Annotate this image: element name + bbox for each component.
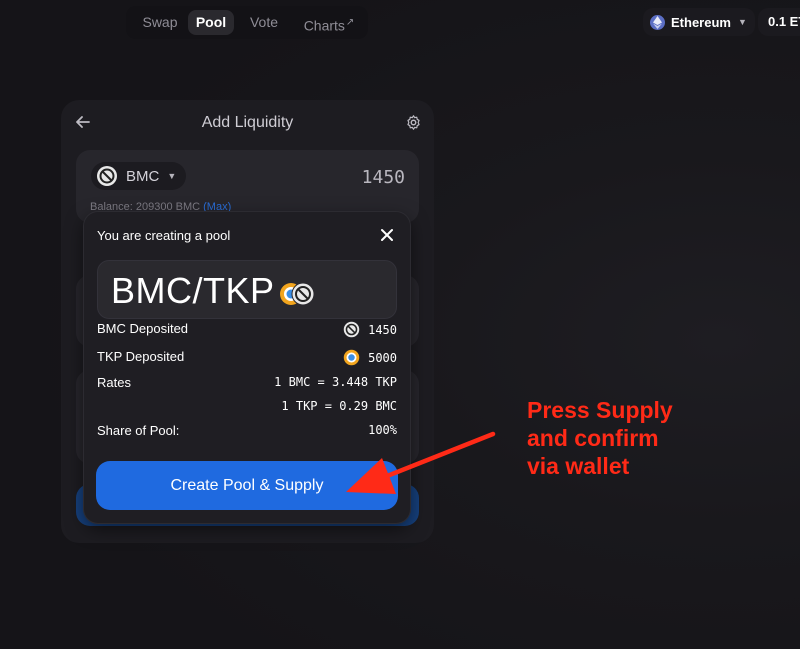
chevron-down-icon: ▼ <box>737 17 747 27</box>
token-symbol: BMC <box>126 167 160 185</box>
tkp-deposited-label: TKP Deposited <box>97 349 185 364</box>
top-nav: Swap Pool Vote Charts↗ <box>126 6 368 39</box>
modal-title: You are creating a pool <box>97 228 231 243</box>
pair-token-icons <box>280 282 315 306</box>
bmc-token-icon <box>343 321 360 338</box>
annotation-line: Press Supply <box>527 397 673 423</box>
pair-name: BMC/TKP <box>111 270 275 311</box>
tab-swap-label: Swap <box>142 14 178 30</box>
tab-vote-label: Vote <box>249 14 279 30</box>
rates-label: Rates <box>97 375 131 390</box>
tkp-deposited-value: 5000 <box>368 350 397 365</box>
bmc-token-icon <box>291 282 315 306</box>
tab-charts-label: Charts <box>303 17 345 34</box>
bmc-deposited-value: 1450 <box>368 322 397 337</box>
network-name: Ethereum <box>671 14 731 30</box>
tab-pool[interactable]: Pool <box>188 10 234 35</box>
share-of-pool-label: Share of Pool: <box>97 423 180 438</box>
rates-row-2: 1 TKP = 0.29 BMC <box>97 399 397 417</box>
annotation-line: via wallet <box>527 453 630 479</box>
token-selector[interactable]: BMC ▼ <box>91 162 187 190</box>
ethereum-icon <box>650 14 665 30</box>
tab-charts[interactable]: Charts↗ <box>296 10 362 35</box>
rate-bmc-tkp: 1 BMC = 3.448 TKP <box>274 375 397 389</box>
wallet-balance-value: 0.1 ETH <box>768 14 800 29</box>
bmc-deposited-row: BMC Deposited 1450 <box>97 321 397 339</box>
tkp-deposited-value-group: 5000 <box>343 349 397 366</box>
pair-display: BMC/TKP <box>97 260 397 319</box>
close-icon[interactable] <box>379 227 395 243</box>
annotation-arrow-icon <box>346 431 496 494</box>
wallet-balance[interactable]: 0.1 ETH <box>758 8 800 36</box>
tkp-token-icon <box>343 349 360 366</box>
chevron-down-icon: ▼ <box>167 171 177 181</box>
tab-pool-label: Pool <box>195 14 227 30</box>
tkp-deposited-row: TKP Deposited 5000 <box>97 349 397 367</box>
tab-swap[interactable]: Swap <box>132 10 188 35</box>
rates-row: Rates 1 BMC = 3.448 TKP <box>97 375 397 393</box>
bmc-deposited-value-group: 1450 <box>343 321 397 338</box>
annotation-text: Press Supply and confirm via wallet <box>527 396 673 480</box>
annotation-line: and confirm <box>527 425 659 451</box>
tab-vote[interactable]: Vote <box>238 10 290 35</box>
rate-tkp-bmc: 1 TKP = 0.29 BMC <box>281 399 397 413</box>
token-amount-input[interactable]: 1450 <box>362 167 405 188</box>
bmc-token-icon <box>97 166 117 186</box>
card-title: Add Liquidity <box>201 114 294 131</box>
network-selector[interactable]: Ethereum ▼ <box>643 8 755 36</box>
bmc-deposited-label: BMC Deposited <box>97 321 189 336</box>
gear-icon[interactable] <box>405 114 422 131</box>
external-link-icon: ↗ <box>345 17 355 28</box>
